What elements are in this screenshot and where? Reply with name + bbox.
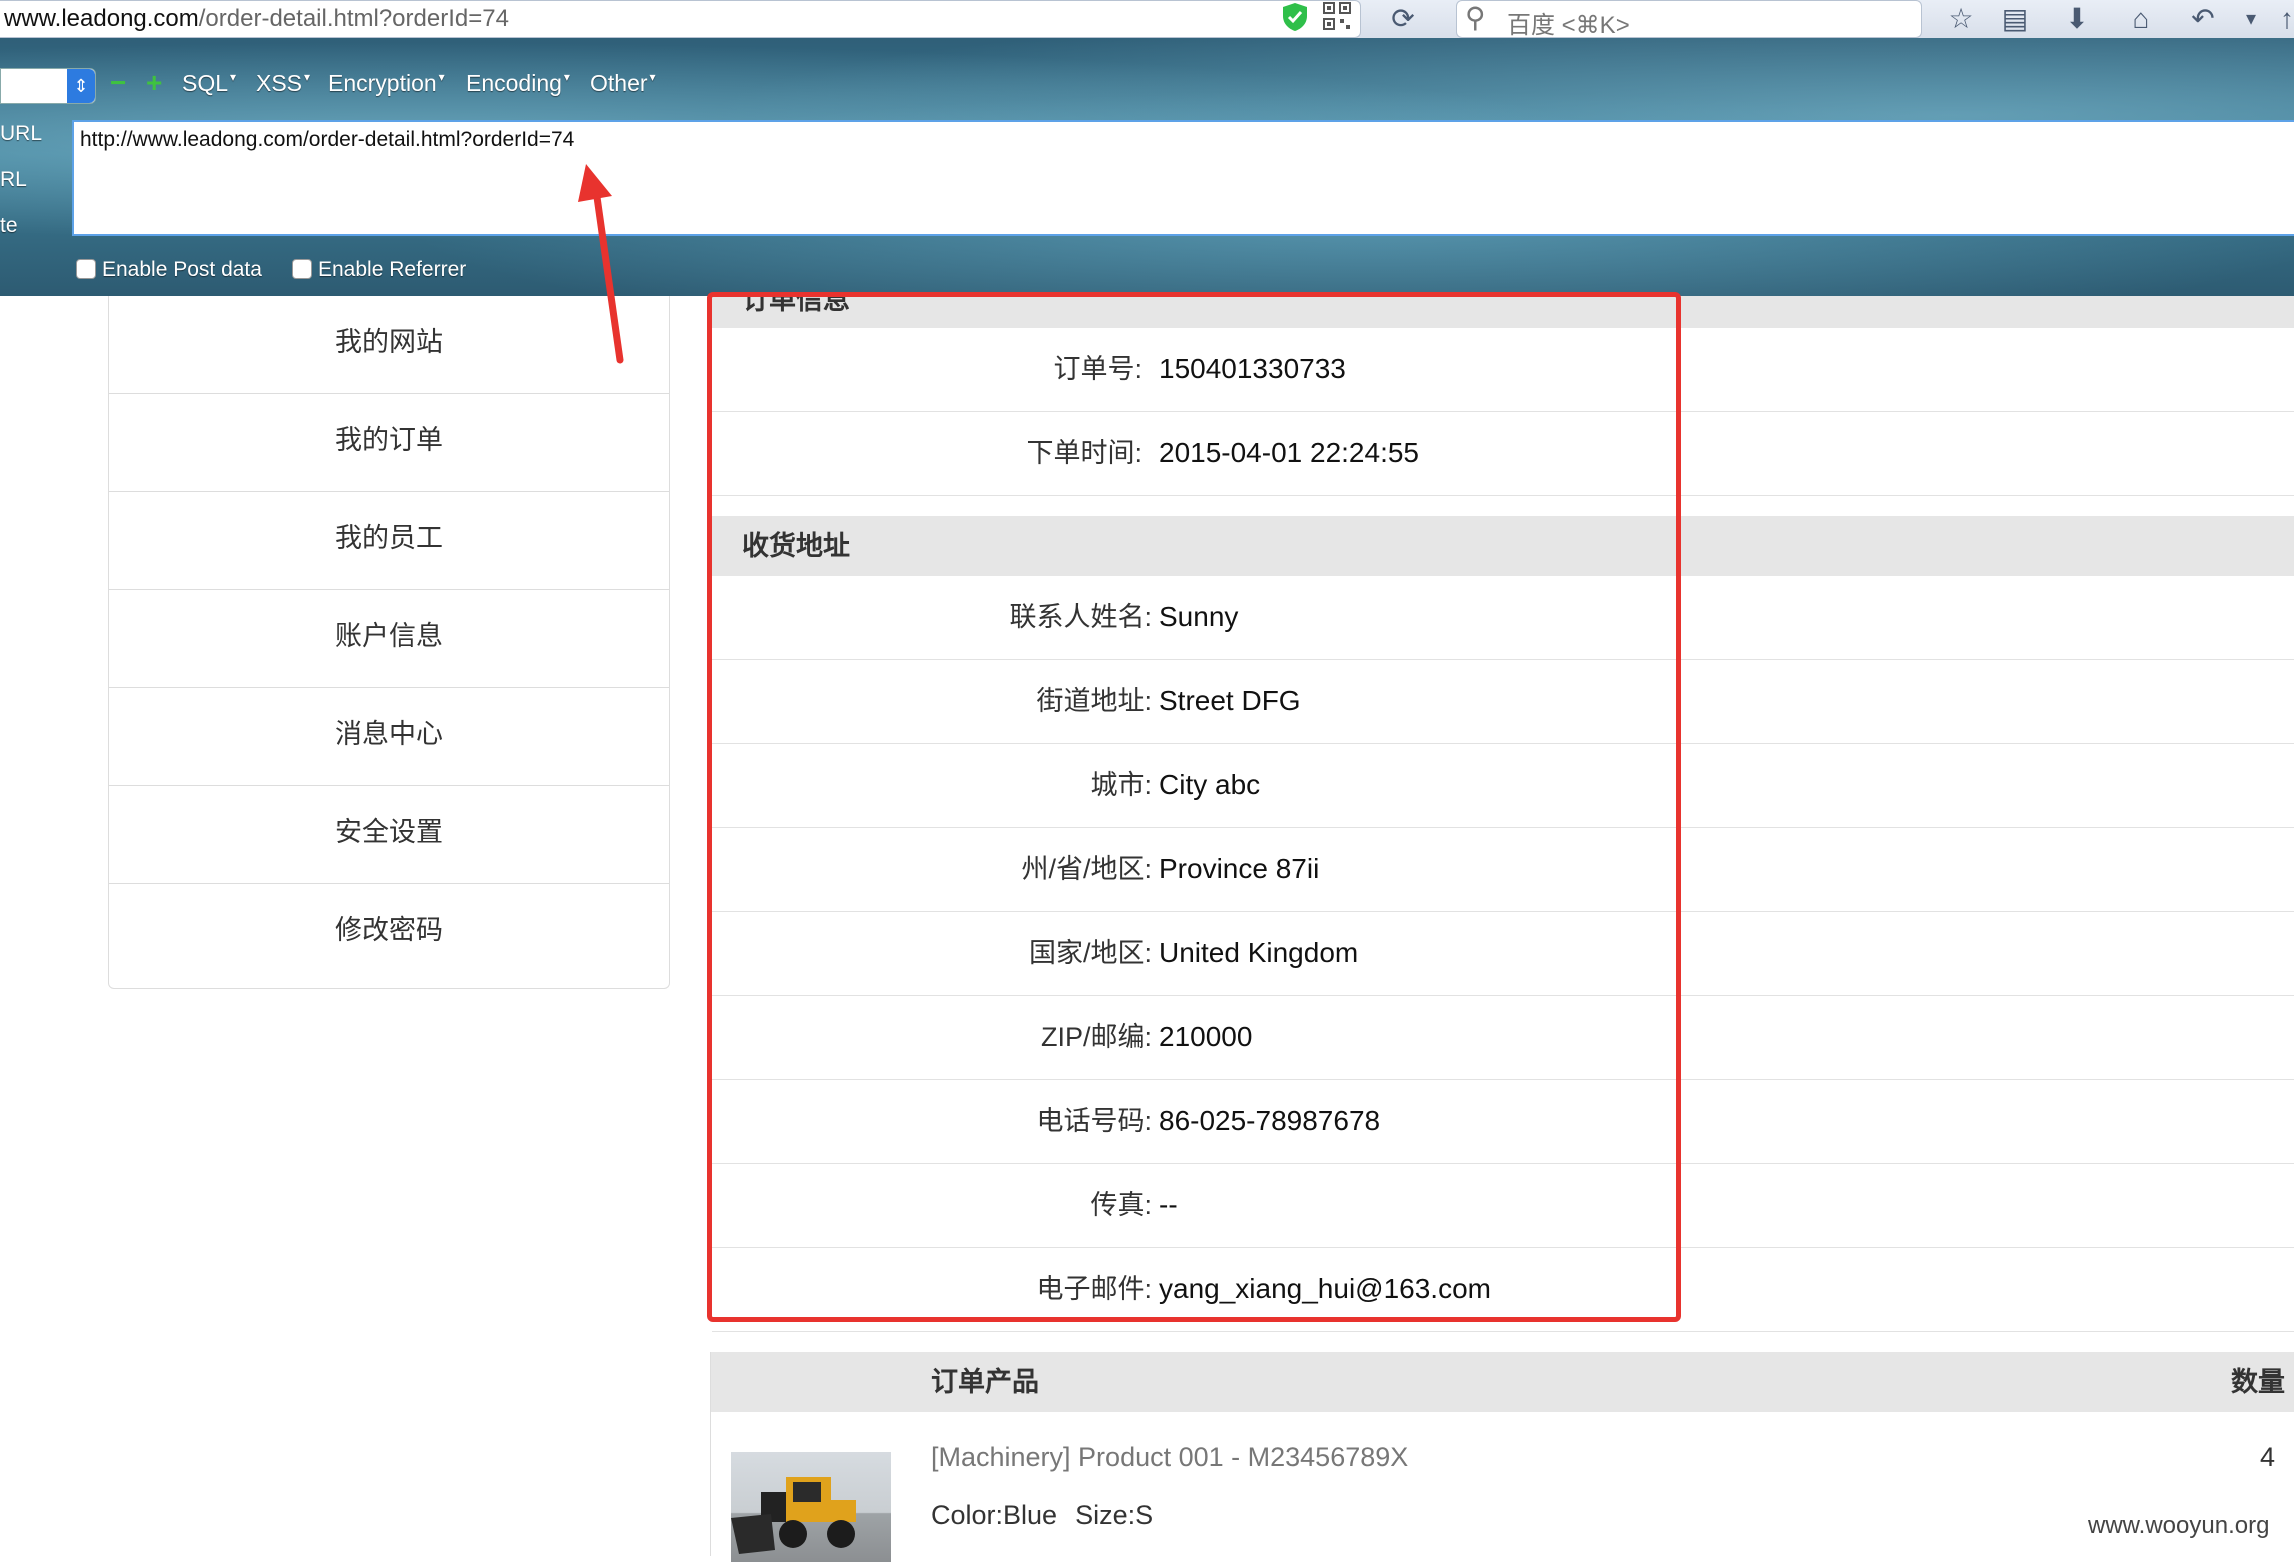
- account-sidebar: 我的网站 我的订单 我的员工 账户信息 消息中心 安全设置 修改密码: [108, 296, 670, 989]
- contact-name-value: Sunny: [1159, 601, 1239, 632]
- order-time-value: 2015-04-01 22:24:55: [1159, 437, 1419, 468]
- hackbar-select[interactable]: ⇕: [0, 68, 96, 104]
- province-row: 州/省/地区: Province 87ii: [712, 828, 2294, 912]
- field-label: 下单时间:: [1026, 438, 1142, 468]
- sidebar-item-account-info[interactable]: 账户信息: [109, 590, 669, 688]
- fax-value: --: [1159, 1189, 1178, 1220]
- shield-icon[interactable]: [1278, 2, 1312, 36]
- product-attributes: Color:Blue Size:S: [931, 1500, 1171, 1531]
- execute-button[interactable]: te: [0, 214, 18, 238]
- order-number-row: 订单号: 150401330733: [712, 328, 2294, 412]
- sidebar-item-message-center[interactable]: 消息中心: [109, 688, 669, 786]
- zip-value: 210000: [1159, 1021, 1253, 1052]
- download-icon[interactable]: ⬇: [2060, 2, 2094, 36]
- order-products-table: 订单产品 数量 [Machinery] Product 001 - M23456…: [710, 1352, 2294, 1562]
- qr-code-icon[interactable]: [1320, 2, 1354, 36]
- field-label: 联系人姓名:: [1009, 602, 1152, 632]
- order-time-row: 下单时间: 2015-04-01 22:24:55: [712, 412, 2294, 496]
- chevron-down-icon[interactable]: ▾: [2234, 2, 2268, 36]
- product-size: Size:S: [1075, 1500, 1154, 1530]
- products-header-qty: 数量: [2231, 1367, 2285, 1397]
- shipping-address-list: 联系人姓名: Sunny 街道地址: Street DFG 城市: City a…: [712, 576, 2294, 1332]
- phone-value: 86-025-78987678: [1159, 1105, 1381, 1136]
- load-url-button[interactable]: URL: [0, 122, 42, 146]
- street-row: 街道地址: Street DFG: [712, 660, 2294, 744]
- hackbar-panel: ⇕ − + SQL ▾ XSS ▾ Encryption ▾ Encoding ▾ Ot…: [0, 38, 2294, 296]
- checkbox-box[interactable]: [76, 259, 96, 279]
- product-name-link[interactable]: [Machinery] Product 001 - M23456789X: [931, 1442, 1408, 1473]
- phone-row: 电话号码: 86-025-78987678: [712, 1080, 2294, 1164]
- product-color: Color:Blue: [931, 1500, 1058, 1530]
- annotation-arrow-icon: [578, 164, 624, 364]
- select-arrows-icon: ⇕: [67, 69, 95, 103]
- order-info-list: 订单号: 150401330733 下单时间: 2015-04-01 22:24…: [712, 328, 2294, 496]
- email-row: 电子邮件: yang_xiang_hui@163.com: [712, 1248, 2294, 1332]
- field-label: 电话号码:: [1036, 1106, 1152, 1136]
- field-label: 州/省/地区:: [1021, 854, 1152, 884]
- products-header-title: 订单产品: [931, 1367, 1039, 1397]
- order-number-value: 150401330733: [1159, 353, 1346, 384]
- zip-row: ZIP/邮编: 210000: [712, 996, 2294, 1080]
- address-bar[interactable]: www.leadong.com/order-detail.html?orderI…: [0, 0, 1361, 38]
- enable-post-checkbox[interactable]: Enable Post data: [76, 258, 262, 282]
- country-row: 国家/地区: United Kingdom: [712, 912, 2294, 996]
- menu-encoding[interactable]: Encoding ▾: [466, 70, 570, 97]
- sidebar-item-change-password[interactable]: 修改密码: [109, 884, 669, 981]
- field-label: 电子邮件:: [1036, 1274, 1152, 1304]
- bookmark-star-icon[interactable]: ☆: [1944, 2, 1978, 36]
- sidebar-item-security[interactable]: 安全设置: [109, 786, 669, 884]
- home-icon[interactable]: ⌂: [2124, 2, 2158, 36]
- street-value: Street DFG: [1159, 685, 1301, 716]
- enable-referrer-checkbox[interactable]: Enable Referrer: [292, 258, 466, 282]
- field-label: 城市:: [1090, 770, 1152, 800]
- order-info-heading: 订单信息: [712, 296, 2294, 328]
- sync-icon[interactable]: ↑: [2270, 2, 2294, 36]
- product-quantity: 4: [2259, 1442, 2275, 1472]
- products-header: 订单产品 数量: [711, 1352, 2294, 1412]
- reload-icon[interactable]: ⟳: [1386, 2, 1420, 36]
- search-placeholder: 百度 <⌘K>: [1507, 12, 1630, 39]
- product-image[interactable]: [731, 1452, 891, 1562]
- field-label: 国家/地区:: [1028, 938, 1152, 968]
- country-value: United Kingdom: [1159, 937, 1359, 968]
- order-detail-panel: 订单信息 订单号: 150401330733 下单时间: 2015-04-01 …: [712, 296, 2294, 1332]
- search-icon: ⚲: [1465, 2, 1486, 33]
- hackbar-url-value: http://www.leadong.com/order-detail.html…: [80, 128, 575, 151]
- province-value: Province 87ii: [1159, 853, 1320, 884]
- contact-name-row: 联系人姓名: Sunny: [712, 576, 2294, 660]
- email-value: yang_xiang_hui@163.com: [1159, 1273, 1491, 1304]
- checkbox-box[interactable]: [292, 259, 312, 279]
- watermark: www.wooyun.org: [2088, 1512, 2270, 1539]
- hackbar-url-textarea[interactable]: http://www.leadong.com/order-detail.html…: [72, 120, 2294, 236]
- browser-toolbar: www.leadong.com/order-detail.html?orderI…: [0, 0, 2294, 39]
- menu-xss[interactable]: XSS ▾: [256, 70, 310, 97]
- section-gap: [712, 496, 2294, 516]
- sidebar-item-my-orders[interactable]: 我的订单: [109, 394, 669, 492]
- field-label: ZIP/邮编:: [1040, 1022, 1152, 1052]
- field-label: 街道地址:: [1036, 686, 1152, 716]
- sidebar-item-my-staff[interactable]: 我的员工: [109, 492, 669, 590]
- city-value: City abc: [1159, 769, 1261, 800]
- search-bar[interactable]: ⚲ 百度 <⌘K>: [1456, 0, 1922, 39]
- split-url-button[interactable]: RL: [0, 168, 27, 192]
- undo-icon[interactable]: ↶: [2186, 2, 2220, 36]
- field-label: 传真:: [1090, 1190, 1152, 1220]
- menu-other[interactable]: Other ▾: [590, 70, 656, 97]
- fax-row: 传真: --: [712, 1164, 2294, 1248]
- plus-icon[interactable]: +: [146, 66, 162, 100]
- menu-encryption[interactable]: Encryption ▾: [328, 70, 445, 97]
- address-bar-text: www.leadong.com/order-detail.html?orderI…: [4, 5, 509, 32]
- city-row: 城市: City abc: [712, 744, 2294, 828]
- field-label: 订单号:: [1053, 354, 1142, 384]
- minus-icon[interactable]: −: [110, 66, 126, 100]
- shipping-address-heading: 收货地址: [712, 516, 2294, 576]
- bookmarks-list-icon[interactable]: ▤: [1998, 2, 2032, 36]
- menu-sql[interactable]: SQL ▾: [182, 70, 236, 97]
